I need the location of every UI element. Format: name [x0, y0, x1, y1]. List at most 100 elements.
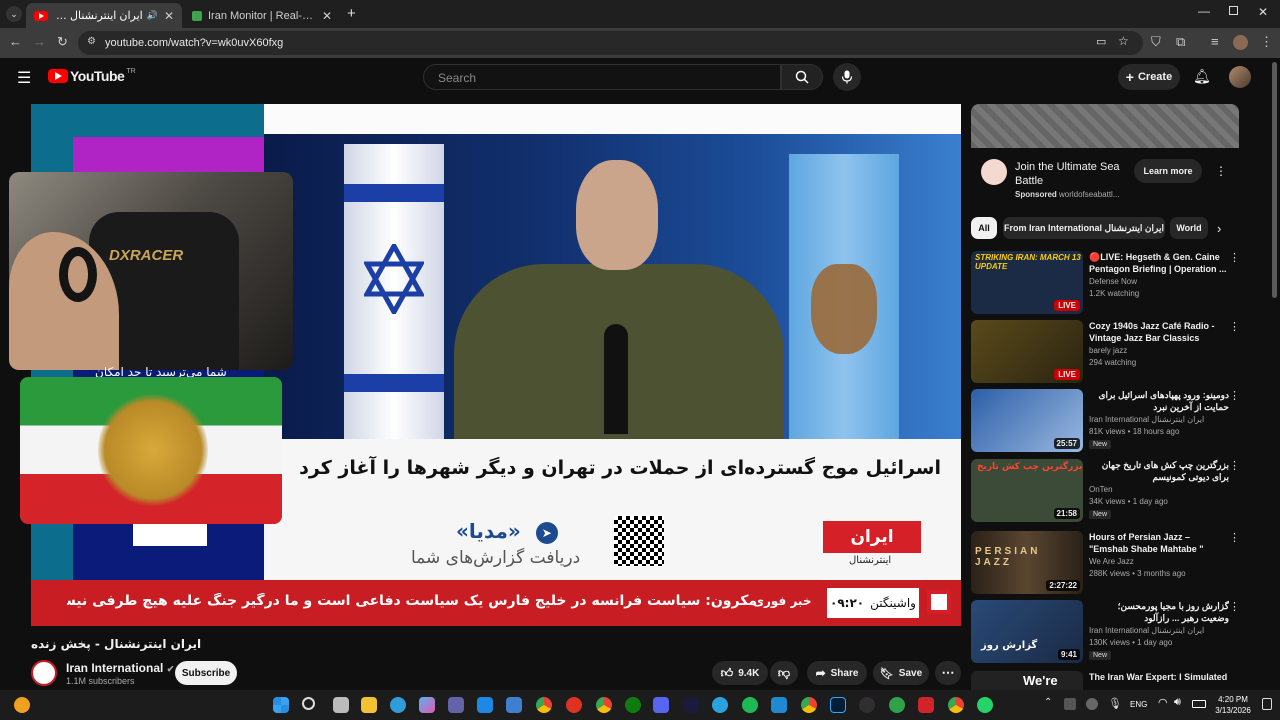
- close-window-button[interactable]: ✕: [1258, 5, 1268, 19]
- chrome-menu-icon[interactable]: ⋮: [1260, 34, 1273, 50]
- close-tab-icon[interactable]: ✕: [322, 9, 332, 23]
- rec-more-icon[interactable]: ⋮: [1229, 320, 1240, 333]
- phone-link-icon[interactable]: [506, 697, 522, 713]
- rec-item-6[interactable]: گزارش روز 9:41 گزارش روز با مجیا پورمحسن…: [971, 600, 1240, 664]
- rec-title: دومینو: ورود پهپادهای اسرائیل برای حمایت…: [1098, 390, 1229, 412]
- notifications-bell-icon[interactable]: 🔔︎: [1193, 68, 1211, 85]
- create-button[interactable]: + Create: [1118, 64, 1180, 90]
- account-avatar[interactable]: [1229, 66, 1251, 88]
- like-button[interactable]: 👍︎ 9.4K: [712, 661, 768, 685]
- voice-search-button[interactable]: [833, 63, 861, 91]
- tray-app-icon[interactable]: [1064, 698, 1076, 710]
- more-actions-button[interactable]: ⋯: [935, 661, 961, 685]
- chip-world[interactable]: World: [1170, 217, 1208, 239]
- battery-icon[interactable]: [1192, 700, 1206, 708]
- tray-mic-icon[interactable]: 🎙︎: [1108, 697, 1122, 710]
- forward-icon[interactable]: →: [33, 34, 46, 49]
- task-view-icon[interactable]: [333, 697, 349, 713]
- rec-more-icon[interactable]: ⋮: [1229, 531, 1240, 544]
- dislike-button[interactable]: 👎︎: [770, 661, 798, 685]
- teams-icon[interactable]: [448, 697, 464, 713]
- tray-app-icon-2[interactable]: [1086, 698, 1098, 710]
- address-bar[interactable]: ⚙ youtube.com/watch?v=wk0uvX60fxg ▭ ☆: [78, 31, 1143, 55]
- create-label: Create: [1137, 71, 1173, 83]
- rec-channel: Defense Now: [1089, 277, 1138, 286]
- edge-icon[interactable]: [390, 697, 406, 713]
- cast-icon[interactable]: ▭: [1096, 35, 1106, 48]
- vscode-icon[interactable]: [771, 697, 787, 713]
- chip-next-arrow-icon[interactable]: ›: [1217, 221, 1221, 236]
- audio-icon[interactable]: 🔊: [147, 10, 158, 21]
- tray-expand-icon[interactable]: ⌃: [1044, 697, 1052, 708]
- tab-youtube[interactable]: ایران اینترنشنال - پخش زنده 🔊 ✕: [26, 3, 182, 28]
- new-tab-button[interactable]: +: [347, 5, 356, 22]
- chrome-icon[interactable]: [536, 697, 552, 713]
- back-icon[interactable]: ←: [9, 34, 22, 49]
- chrome-icon-3[interactable]: [948, 697, 964, 713]
- site-info-icon[interactable]: ⚙: [87, 36, 96, 47]
- close-tab-icon[interactable]: ✕: [164, 9, 174, 23]
- photoshop-icon[interactable]: [830, 697, 846, 713]
- share-button[interactable]: ➦ Share: [807, 661, 867, 685]
- browser-green-icon[interactable]: [889, 697, 905, 713]
- weather-icon[interactable]: [14, 697, 30, 713]
- bookmark-star-icon[interactable]: ☆: [1118, 34, 1129, 48]
- duration-badge: 9:41: [1057, 649, 1080, 660]
- chrome-icon-2[interactable]: [596, 697, 612, 713]
- shield-extension-icon[interactable]: ⛉: [1151, 34, 1161, 50]
- wifi-icon[interactable]: ◠: [1158, 696, 1168, 709]
- volume-icon[interactable]: 🔊︎: [1174, 696, 1181, 709]
- page-scrollbar[interactable]: [1272, 62, 1277, 298]
- channel-name[interactable]: Iran International ✔: [66, 661, 174, 675]
- subscribe-button[interactable]: Subscribe: [175, 661, 237, 685]
- rec-more-icon[interactable]: ⋮: [1229, 459, 1240, 472]
- whatsapp-icon[interactable]: [977, 697, 993, 713]
- chrome-active-icon[interactable]: [801, 697, 817, 713]
- save-button[interactable]: 🔖︎ Save: [873, 661, 929, 685]
- chip-all[interactable]: All: [971, 217, 997, 239]
- rec-item-2[interactable]: LIVE Cozy 1940s Jazz Café Radio - Vintag…: [971, 320, 1240, 384]
- wps-icon[interactable]: [918, 697, 934, 713]
- chip-from-channel[interactable]: From Iran International ایران اینترنشنال: [1003, 217, 1165, 239]
- extensions-icon[interactable]: ⧉: [1176, 34, 1185, 50]
- search-button[interactable]: [781, 64, 823, 90]
- keyboard-language[interactable]: ENG: [1130, 700, 1147, 709]
- tab-iran-monitor[interactable]: Iran Monitor | Real-Time OSINT ✕: [184, 3, 340, 28]
- hamburger-menu-icon[interactable]: ☰: [17, 68, 31, 88]
- restore-button[interactable]: [1229, 6, 1238, 15]
- obs-icon[interactable]: [859, 697, 875, 713]
- rec-item-5[interactable]: PERSIAN JAZZ 2:27:22 Hours of Persian Ja…: [971, 531, 1240, 595]
- tray-clock[interactable]: 4:20 PM 3/13/2026: [1213, 694, 1253, 716]
- spotify-icon-alt[interactable]: [683, 697, 699, 713]
- rec-more-icon[interactable]: ⋮: [1229, 389, 1240, 402]
- copilot-icon[interactable]: [419, 697, 435, 713]
- reload-icon[interactable]: ↻: [57, 34, 68, 50]
- learn-more-button[interactable]: Learn more: [1134, 159, 1202, 183]
- store-icon[interactable]: [477, 697, 493, 713]
- windows-start-icon[interactable]: [273, 697, 289, 713]
- ad-more-icon[interactable]: ⋮: [1215, 164, 1227, 178]
- notification-center-icon[interactable]: [1262, 698, 1272, 710]
- minimize-button[interactable]: —: [1198, 4, 1210, 18]
- rec-more-icon[interactable]: ⋮: [1229, 600, 1240, 613]
- reading-list-icon[interactable]: ≡: [1211, 34, 1219, 49]
- spotify-icon[interactable]: [742, 697, 758, 713]
- discord-icon[interactable]: [653, 697, 669, 713]
- rec-item-7[interactable]: We're The Iran War Expert: I Simulated: [971, 671, 1239, 690]
- ad-card[interactable]: Join the Ultimate Sea Battle Sponsored w…: [971, 104, 1239, 211]
- youtube-logo[interactable]: YouTube TR: [48, 68, 136, 84]
- tab-search-button[interactable]: ⌄: [6, 6, 22, 22]
- rec-item-4[interactable]: بزرگترین چپ کش تاریخ 21:58 بزرگترین چپ ک…: [971, 459, 1240, 523]
- xbox-icon[interactable]: [625, 697, 641, 713]
- search-input[interactable]: Search: [423, 64, 781, 90]
- rec-item-3[interactable]: 25:57 دومینو: ورود پهپادهای اسرائیل برای…: [971, 389, 1240, 453]
- profile-avatar[interactable]: [1233, 35, 1248, 50]
- file-explorer-icon[interactable]: [361, 697, 377, 713]
- channel-avatar[interactable]: [31, 660, 57, 686]
- lion-and-sun-emblem-icon: [98, 391, 208, 509]
- search-icon[interactable]: [302, 697, 315, 710]
- opera-icon[interactable]: [566, 697, 582, 713]
- rec-more-icon[interactable]: ⋮: [1229, 251, 1240, 264]
- rec-item-1[interactable]: STRIKING IRAN: MARCH 13 UPDATE LIVE 🔴LIV…: [971, 251, 1240, 315]
- telegram-icon[interactable]: [712, 697, 728, 713]
